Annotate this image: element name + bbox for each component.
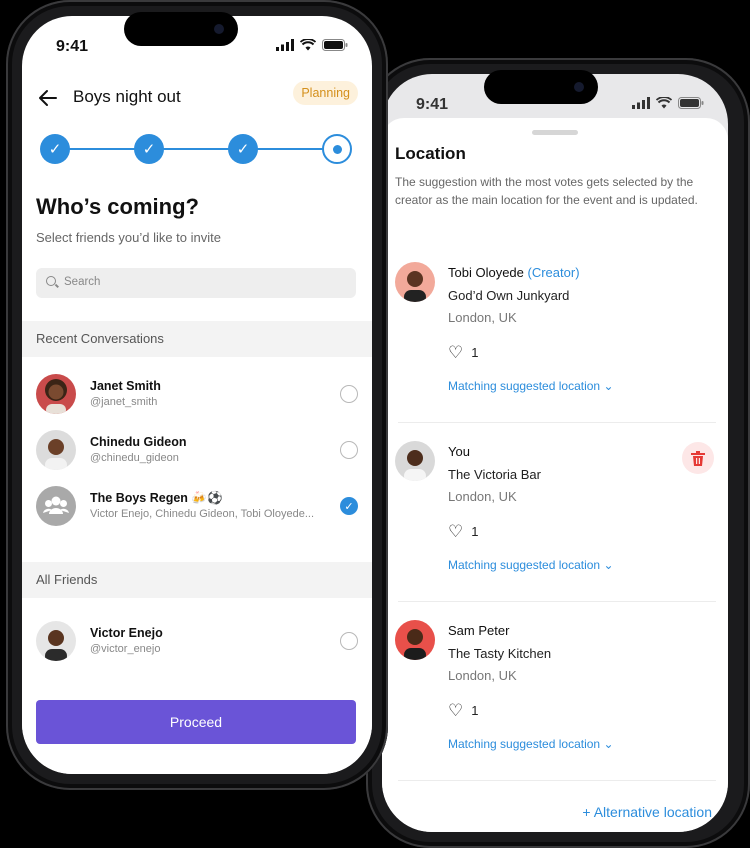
contact-row[interactable]: Chinedu Gideon @chinedu_gideon xyxy=(22,422,372,476)
avatar xyxy=(36,621,76,661)
search-icon xyxy=(46,276,56,286)
heart-icon: ♡ xyxy=(448,343,464,362)
delete-button[interactable] xyxy=(682,442,714,474)
status-time: 9:41 xyxy=(416,96,449,113)
suggester-name: You xyxy=(448,444,470,459)
signal-icon xyxy=(632,97,650,109)
proceed-button[interactable]: Proceed xyxy=(36,700,356,744)
selected-check-icon[interactable]: ✓ xyxy=(340,497,358,515)
location-sheet: Location The suggestion with the most vo… xyxy=(382,118,728,832)
divider xyxy=(398,601,716,602)
matching-location-toggle[interactable]: Matching suggested location ⌄ xyxy=(448,737,614,751)
contact-name: Janet Smith xyxy=(90,379,161,393)
chevron-down-icon: ⌄ xyxy=(603,737,614,751)
place-name: God’d Own Junkyard xyxy=(448,288,570,303)
avatar xyxy=(395,620,435,660)
trash-icon xyxy=(691,450,705,466)
like-count: 1 xyxy=(471,524,479,539)
search-input[interactable]: Search xyxy=(36,268,356,298)
select-radio[interactable] xyxy=(340,441,358,459)
battery-icon xyxy=(322,39,348,51)
like-count: 1 xyxy=(471,345,479,360)
group-avatar-icon xyxy=(36,486,76,526)
heart-icon: ♡ xyxy=(448,701,464,720)
chevron-down-icon: ⌄ xyxy=(603,558,614,572)
status-icons xyxy=(632,97,704,109)
matching-location-toggle[interactable]: Matching suggested location ⌄ xyxy=(448,379,614,393)
avatar xyxy=(395,262,435,302)
avatar xyxy=(36,430,76,470)
sheet-title: Location xyxy=(395,144,466,163)
signal-icon xyxy=(276,39,294,51)
back-phone: 9:41 Location The suggestion with the mo… xyxy=(366,58,750,848)
suggester-name: Tobi Oloyede (Creator) xyxy=(448,265,580,280)
select-radio[interactable] xyxy=(340,632,358,650)
step-3-check-icon: ✓ xyxy=(228,134,258,164)
location-suggestion: Tobi Oloyede (Creator) God’d Own Junkyar… xyxy=(382,262,728,440)
heart-icon: ♡ xyxy=(448,522,464,541)
section-heading: Who’s coming? xyxy=(36,194,199,219)
avatar xyxy=(36,374,76,414)
location-suggestion: Sam Peter The Tasty Kitchen London, UK ♡… xyxy=(382,620,728,798)
contact-row[interactable]: Janet Smith @janet_smith xyxy=(22,366,372,420)
divider xyxy=(398,780,716,781)
contact-handle: @janet_smith xyxy=(90,396,158,408)
sheet-drag-handle[interactable] xyxy=(532,130,578,135)
place-city: London, UK xyxy=(448,668,517,683)
all-friends-header: All Friends xyxy=(22,562,372,598)
status-badge: Planning xyxy=(293,81,358,105)
group-members: Victor Enejo, Chinedu Gideon, Tobi Oloye… xyxy=(90,508,315,520)
stepper-line xyxy=(55,148,325,150)
like-button[interactable]: ♡ 1 xyxy=(448,344,478,361)
recent-conversations-header: Recent Conversations xyxy=(22,321,372,357)
status-icons xyxy=(276,39,348,51)
status-time: 9:41 xyxy=(56,38,89,55)
like-count: 1 xyxy=(471,703,479,718)
place-name: The Tasty Kitchen xyxy=(448,646,552,661)
place-name: The Victoria Bar xyxy=(448,467,541,482)
plus-icon: + xyxy=(582,804,591,820)
section-subtitle: Select friends you’d like to invite xyxy=(36,230,221,245)
contact-handle: @chinedu_gideon xyxy=(90,452,179,464)
avatar xyxy=(395,441,435,481)
app-bar: Boys night out Planning xyxy=(22,76,372,120)
step-2-check-icon: ✓ xyxy=(134,134,164,164)
place-city: London, UK xyxy=(448,489,517,504)
wifi-icon xyxy=(656,97,672,109)
group-row[interactable]: The Boys Regen 🍻⚽ Victor Enejo, Chinedu … xyxy=(22,478,372,532)
like-button[interactable]: ♡ 1 xyxy=(448,702,478,719)
progress-stepper: ✓ ✓ ✓ xyxy=(40,134,352,164)
contact-name: Chinedu Gideon xyxy=(90,435,187,449)
creator-tag: (Creator) xyxy=(527,265,580,280)
back-arrow-icon[interactable] xyxy=(36,86,60,110)
suggester-name: Sam Peter xyxy=(448,623,510,638)
chevron-down-icon: ⌄ xyxy=(603,379,614,393)
step-1-check-icon: ✓ xyxy=(40,134,70,164)
battery-icon xyxy=(678,97,704,109)
wifi-icon xyxy=(300,39,316,51)
back-screen: 9:41 Location The suggestion with the mo… xyxy=(382,74,728,832)
location-suggestion: You The Victoria Bar London, UK ♡ 1 Match… xyxy=(382,441,728,619)
contact-handle: @victor_enejo xyxy=(90,643,161,655)
front-phone: 9:41 Boys night out Planning ✓ ✓ ✓ Who’s… xyxy=(6,0,388,790)
contact-name: Victor Enejo xyxy=(90,626,163,640)
search-placeholder: Search xyxy=(64,276,101,288)
place-city: London, UK xyxy=(448,310,517,325)
sheet-description: The suggestion with the most votes gets … xyxy=(395,175,698,207)
dynamic-island xyxy=(484,70,598,104)
front-screen: 9:41 Boys night out Planning ✓ ✓ ✓ Who’s… xyxy=(22,16,372,774)
like-button[interactable]: ♡ 1 xyxy=(448,523,478,540)
page-title: Boys night out xyxy=(73,87,181,106)
add-alternative-location-button[interactable]: + Alternative location xyxy=(582,804,712,820)
dynamic-island xyxy=(124,12,238,46)
group-name: The Boys Regen 🍻⚽ xyxy=(90,491,223,505)
contact-row[interactable]: Victor Enejo @victor_enejo xyxy=(22,613,372,667)
step-4-current xyxy=(322,134,352,164)
matching-location-toggle[interactable]: Matching suggested location ⌄ xyxy=(448,558,614,572)
select-radio[interactable] xyxy=(340,385,358,403)
divider xyxy=(398,422,716,423)
